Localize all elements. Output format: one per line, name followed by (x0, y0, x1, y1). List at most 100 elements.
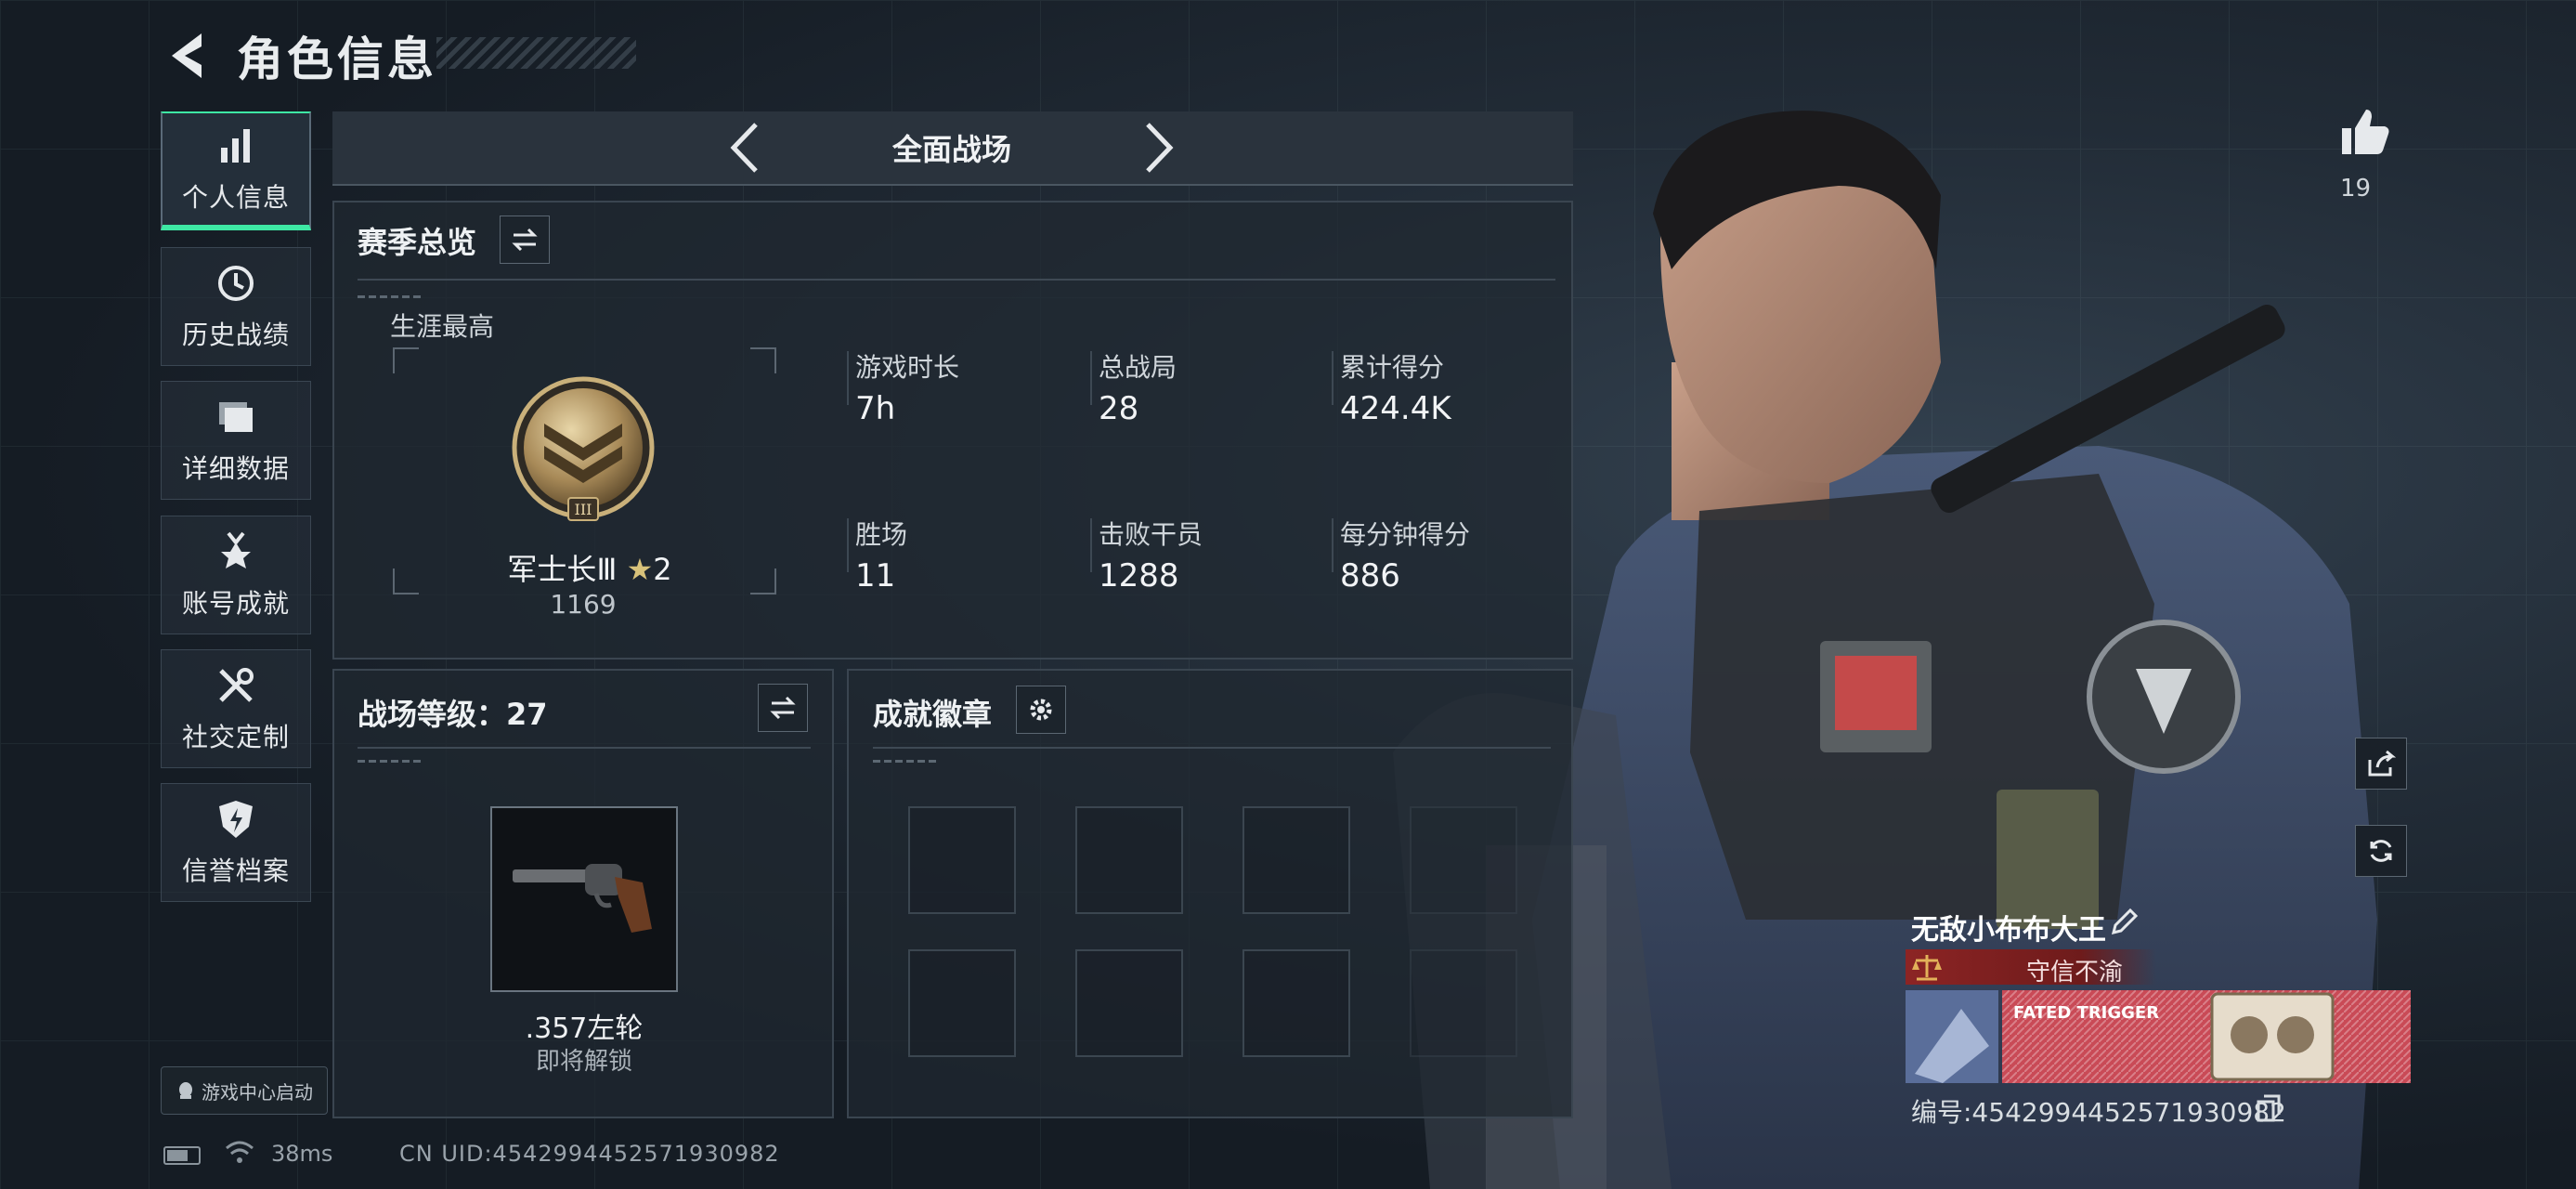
folder-icon (219, 402, 253, 432)
sidebar-item-history[interactable]: 历史战绩 (161, 247, 311, 366)
clock-history-icon (218, 266, 254, 301)
player-title: 守信不渝 (2026, 959, 2124, 986)
tick-decoration (358, 760, 423, 763)
refresh-icon (2370, 840, 2392, 862)
stat-label: 击败干员 (1099, 519, 1203, 550)
game-center-label: 游戏中心启动 (202, 1080, 313, 1104)
sidebar-item-label: 详细数据 (181, 453, 290, 484)
cn-uid: CN UID:4542994452571930982 (399, 1141, 780, 1167)
bar-chart-icon (221, 129, 250, 163)
wifi-icon (226, 1141, 254, 1163)
sidebar-item-social[interactable]: 社交定制 (161, 649, 311, 768)
divider (358, 747, 811, 749)
shield-icon (219, 801, 253, 838)
stat-label: 总战局 (1099, 352, 1177, 383)
ping-value: 38ms (271, 1141, 333, 1167)
sidebar-item-personal-info[interactable]: 个人信息 (161, 111, 311, 230)
rank-points: 1169 (550, 589, 617, 620)
badge-slot[interactable] (1242, 949, 1350, 1057)
player-name: 无敌小布布大王 (1911, 914, 2106, 947)
stat-value: 886 (1340, 557, 1400, 594)
stat-value: 7h (855, 390, 896, 427)
badge-slot[interactable] (908, 949, 1016, 1057)
like-count: 19 (2340, 175, 2372, 203)
scale-icon (1912, 955, 1942, 981)
stat-label: 每分钟得分 (1340, 519, 1471, 550)
weapon-reward-card[interactable] (490, 806, 678, 992)
edit-icon[interactable] (2108, 907, 2140, 938)
tools-icon (219, 668, 254, 702)
stat-divider (1332, 351, 1334, 405)
chevron-right-icon[interactable] (1135, 119, 1181, 176)
weapon-name: .357左轮 (525, 1013, 644, 1045)
stat-divider (1332, 518, 1334, 572)
badge-slot[interactable] (1410, 949, 1517, 1057)
divider (358, 279, 1555, 281)
sidebar-item-label: 信誉档案 (181, 856, 290, 886)
season-overview-title: 赛季总览 (358, 225, 477, 260)
frame-corner (393, 347, 419, 373)
star-icon: ★ (626, 552, 654, 587)
sidebar-item-label: 社交定制 (181, 722, 290, 752)
thumbs-up-icon[interactable] (2336, 104, 2392, 160)
sidebar-item-detailed-data[interactable]: 详细数据 (161, 381, 311, 500)
achievements-settings-button[interactable] (1016, 686, 1066, 734)
weapon-status: 即将解锁 (535, 1048, 632, 1076)
stat-label: 累计得分 (1340, 352, 1445, 383)
rank-name-row: 军士长Ⅲ ★2 (483, 546, 696, 589)
medal-icon (221, 531, 251, 568)
rank-emblem: III (512, 376, 655, 521)
banner-artwork: FATED TRIGGER (1906, 990, 2411, 1083)
achievements-title: 成就徽章 (873, 697, 993, 732)
badge-slot[interactable] (1410, 806, 1517, 914)
penguin-icon (179, 1082, 192, 1099)
game-center-button[interactable]: 游戏中心启动 (161, 1066, 328, 1115)
revolver-icon (513, 864, 652, 933)
gear-icon (1030, 699, 1052, 721)
page-title: 角色信息 (237, 33, 437, 86)
divider (873, 747, 1551, 749)
banner-text: FATED TRIGGER (2013, 1003, 2159, 1023)
stat-value: 1288 (1099, 557, 1179, 594)
refresh-button[interactable] (2355, 825, 2407, 877)
badge-slot[interactable] (1242, 806, 1350, 914)
profile-banner[interactable]: FATED TRIGGER (1906, 990, 2411, 1083)
stat-value: 28 (1099, 390, 1139, 427)
share-icon (2368, 750, 2396, 777)
stat-divider (847, 518, 849, 572)
frame-corner (750, 347, 776, 373)
rank-name: 军士长Ⅲ (507, 552, 618, 587)
stat-divider (847, 351, 849, 405)
tick-decoration (873, 760, 938, 763)
stat-value: 424.4K (1340, 390, 1451, 427)
stat-divider (1090, 351, 1092, 405)
copy-icon[interactable] (2257, 1094, 2281, 1122)
badge-slot[interactable] (908, 806, 1016, 914)
mode-title: 全面战场 (891, 132, 1011, 167)
battery-icon (163, 1146, 201, 1165)
battle-level-switch-button[interactable] (758, 684, 808, 732)
badge-slot[interactable] (1075, 949, 1183, 1057)
player-id: 编号:4542994452571930982 (1911, 1097, 2286, 1128)
stat-label: 游戏时长 (855, 352, 960, 383)
sidebar-item-label: 个人信息 (181, 182, 290, 213)
swap-icon (512, 228, 538, 252)
battle-level-title: 战场等级：27 (358, 697, 548, 732)
badge-slot[interactable] (1075, 806, 1183, 914)
frame-corner (393, 568, 419, 594)
title-decoration (436, 37, 636, 69)
chevron-left-icon[interactable] (722, 119, 769, 176)
swap-icon (770, 696, 796, 720)
sidebar-item-label: 历史战绩 (181, 320, 290, 350)
back-arrow-icon[interactable] (163, 28, 209, 84)
sidebar-item-reputation[interactable]: 信誉档案 (161, 783, 311, 902)
stat-label: 胜场 (855, 519, 908, 550)
sidebar-item-label: 账号成就 (181, 588, 290, 619)
stat-divider (1090, 518, 1092, 572)
tick-decoration (358, 295, 423, 298)
share-button[interactable] (2355, 738, 2407, 790)
sidebar-item-achievements[interactable]: 账号成就 (161, 516, 311, 634)
stat-value: 11 (855, 557, 896, 594)
frame-corner (750, 568, 776, 594)
season-switch-button[interactable] (500, 216, 550, 264)
